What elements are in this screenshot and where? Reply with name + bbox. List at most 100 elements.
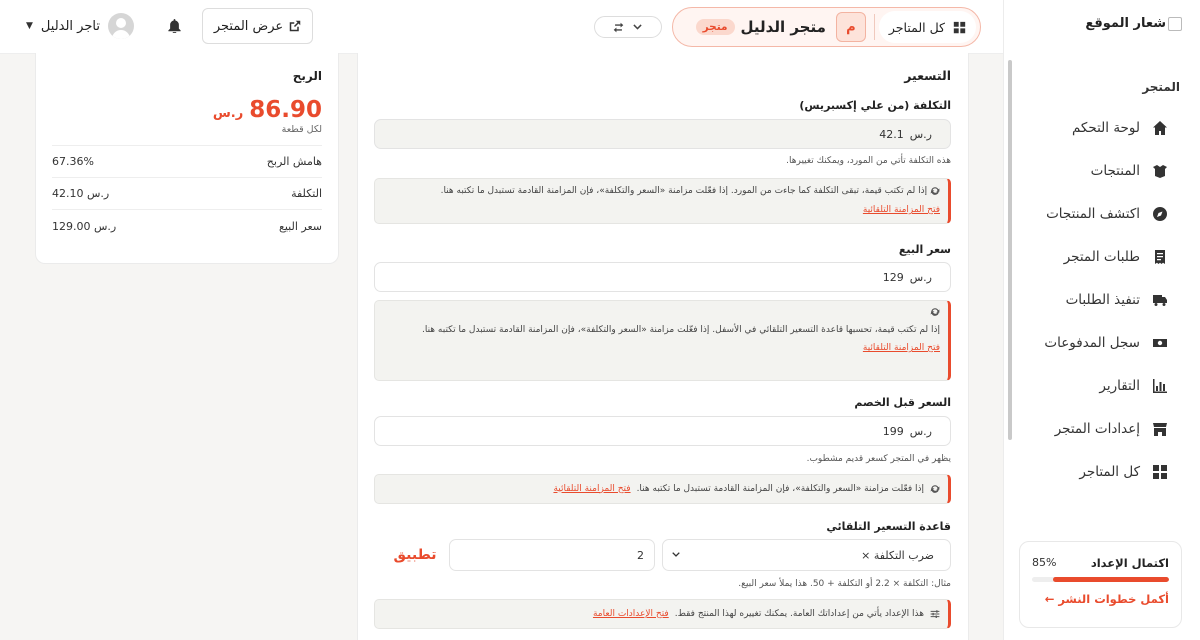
view-store-button[interactable]: عرض المتجر (202, 8, 313, 44)
sidebar-item-reports[interactable]: التقارير (1003, 364, 1200, 407)
sidebar-item-dashboard[interactable]: لوحة التحكم (1003, 106, 1200, 149)
cost-field[interactable]: ر.س 42.1 (374, 119, 951, 149)
chevron-down-icon (633, 23, 642, 30)
sidebar-nav: لوحة التحكم المنتجات اكتشف المنتجات طلبا… (1003, 106, 1200, 493)
pricing-rule-hint: مثال: التكلفة × 2.2 أو التكلفة + 50. هذا… (738, 579, 951, 589)
open-auto-sync-link[interactable]: فتح المزامنة التلقائية (863, 205, 940, 215)
store-avatar: م (835, 12, 866, 42)
sidebar-item-store-orders[interactable]: طلبات المتجر (1003, 235, 1200, 278)
profit-row-value: 67.36% (52, 155, 94, 168)
site-logo[interactable]: شعار الموقع (1085, 16, 1182, 31)
cost-sync-note: إذا لم تكتب قيمة، تبقى التكلفة كما جاءت … (374, 178, 951, 224)
store-icon (1153, 422, 1167, 436)
sidebar-section-title: المتجر (1142, 80, 1180, 94)
price-currency: ر.س (909, 270, 932, 284)
complete-publish-steps-link[interactable]: أكمل خطوات النشر ← (1032, 592, 1169, 606)
sidebar-item-all-stores[interactable]: كل المتاجر (1003, 450, 1200, 493)
price-input[interactable]: ر.س 129 (374, 262, 951, 292)
per-unit-label: لكل قطعة (281, 124, 322, 135)
compare-price-label: السعر قبل الخصم (854, 396, 951, 409)
setup-title: اكتمال الإعداد (1090, 556, 1169, 570)
sync-icon (930, 186, 940, 195)
sidebar-item-label: إعدادات المتجر (1054, 420, 1140, 437)
store-swap-dropdown[interactable] (594, 16, 662, 38)
cost-note-text: إذا لم تكتب قيمة، تبقى التكلفة كما جاءت … (440, 186, 928, 196)
compare-price-input[interactable]: ر.س 199 (374, 416, 951, 446)
open-global-settings-link[interactable]: فتح الإعدادات العامة (593, 607, 669, 622)
pricing-rule-select[interactable]: ضرب التكلفة × (662, 539, 951, 571)
cost-hint: هذه التكلفة تأتي من المورد، ويمكنك تغيير… (786, 156, 951, 166)
all-stores-button[interactable]: كل المتاجر (878, 11, 976, 43)
compare-sync-note: إذا فعّلت مزامنة «السعر والتكلفة»، فإن ا… (374, 474, 951, 504)
auto-pricing-label: قاعدة التسعير التلقائي (826, 520, 951, 533)
profit-amount: 86.90 ر.س (52, 97, 322, 123)
sidebar-item-label: اكتشف المنتجات (1046, 205, 1140, 222)
compare-hint: يظهر في المتجر كسعر قديم مشطوب. (806, 454, 951, 464)
home-icon (1153, 120, 1167, 135)
user-name: تاجر الدليل (40, 18, 100, 34)
profit-row-label: التكلفة (291, 187, 322, 200)
caret-down-icon: ▼ (26, 21, 33, 31)
pricing-rule-value-input[interactable]: 2 (449, 539, 655, 571)
money-icon (1153, 338, 1167, 347)
avatar (107, 13, 134, 39)
price-sync-note: إذا لم تكتب قيمة، تحسبها قاعدة التسعير ا… (374, 300, 951, 381)
sidebar-scrollbar[interactable] (1008, 60, 1012, 440)
sync-icon (930, 307, 940, 316)
broken-image-icon (1168, 16, 1182, 31)
profit-value: 86.90 (249, 97, 322, 123)
current-store-name[interactable]: متجر الدليل (741, 18, 826, 36)
sidebar-item-fulfillment[interactable]: تنفيذ الطلبات (1003, 278, 1200, 321)
cost-label: التكلفة (من علي إكسبريس) (799, 99, 951, 112)
truck-icon (1153, 294, 1167, 306)
open-auto-sync-link[interactable]: فتح المزامنة التلقائية (553, 482, 630, 497)
sidebar-item-label: كل المتاجر (1079, 463, 1140, 480)
profit-row: التكلفة 42.10 ر.س (52, 178, 322, 210)
profit-currency: ر.س (212, 106, 244, 121)
view-store-label: عرض المتجر (213, 18, 284, 34)
sidebar: شعار الموقع المتجر لوحة التحكم المنتجات … (1003, 0, 1200, 640)
sidebar-item-discover-products[interactable]: اكتشف المنتجات (1003, 192, 1200, 235)
store-type-badge: متجر (695, 19, 735, 35)
compare-note-text: إذا فعّلت مزامنة «السعر والتكلفة»، فإن ا… (636, 483, 924, 494)
chart-bar-icon (1153, 378, 1167, 393)
pricing-title: التسعير (904, 68, 951, 83)
store-switcher: كل المتاجر م متجر الدليل متجر (672, 7, 981, 47)
sidebar-item-payments[interactable]: سجل المدفوعات (1003, 321, 1200, 364)
site-logo-text: شعار الموقع (1085, 16, 1166, 31)
compare-currency: ر.س (909, 424, 932, 438)
profit-row-value: 42.10 ر.س (52, 187, 110, 200)
grid-icon (953, 21, 966, 33)
profit-row-value: 129.00 ر.س (52, 219, 117, 233)
cost-currency: ر.س (909, 127, 932, 141)
grid-icon (1153, 464, 1167, 479)
setup-progress-card: اكتمال الإعداد 85% أكمل خطوات النشر ← (1019, 541, 1182, 628)
global-note-text: هذا الإعداد يأتي من إعداداتك العامة. يمك… (674, 608, 924, 619)
compare-value: 199 (882, 424, 904, 438)
sidebar-item-label: سجل المدفوعات (1044, 334, 1140, 351)
bell-icon (168, 19, 181, 34)
global-settings-note: هذا الإعداد يأتي من إعداداتك العامة. يمك… (374, 599, 951, 629)
sidebar-item-label: لوحة التحكم (1071, 119, 1140, 136)
sidebar-item-store-settings[interactable]: إعدادات المتجر (1003, 407, 1200, 450)
price-label: سعر البيع (898, 243, 951, 256)
notifications-button[interactable] (168, 19, 181, 36)
sync-icon (930, 485, 940, 493)
sidebar-item-products[interactable]: المنتجات (1003, 149, 1200, 192)
profit-row-label: هامش الربح (266, 155, 322, 168)
receipt-icon (1155, 249, 1165, 264)
apply-button[interactable]: تطبيق (375, 539, 455, 571)
setup-progress-bar (1032, 577, 1169, 582)
profit-row-label: سعر البيع (279, 219, 322, 233)
open-auto-sync-link[interactable]: فتح المزامنة التلقائية (863, 343, 940, 353)
divider (873, 14, 875, 40)
pricing-panel: التسعير التكلفة (من علي إكسبريس) ر.س 42.… (357, 53, 969, 640)
profit-breakdown: هامش الربح 67.36% التكلفة 42.10 ر.س سعر … (52, 145, 322, 242)
pricing-rule-value: 2 (637, 548, 644, 562)
user-menu[interactable]: تاجر الدليل ▼ (26, 12, 134, 40)
external-link-icon (289, 20, 301, 32)
profit-row: سعر البيع 129.00 ر.س (52, 210, 322, 242)
sidebar-item-label: المنتجات (1090, 162, 1140, 179)
top-bar: كل المتاجر م متجر الدليل متجر عرض المتجر… (0, 0, 1003, 54)
profit-title: الربح (292, 69, 322, 83)
